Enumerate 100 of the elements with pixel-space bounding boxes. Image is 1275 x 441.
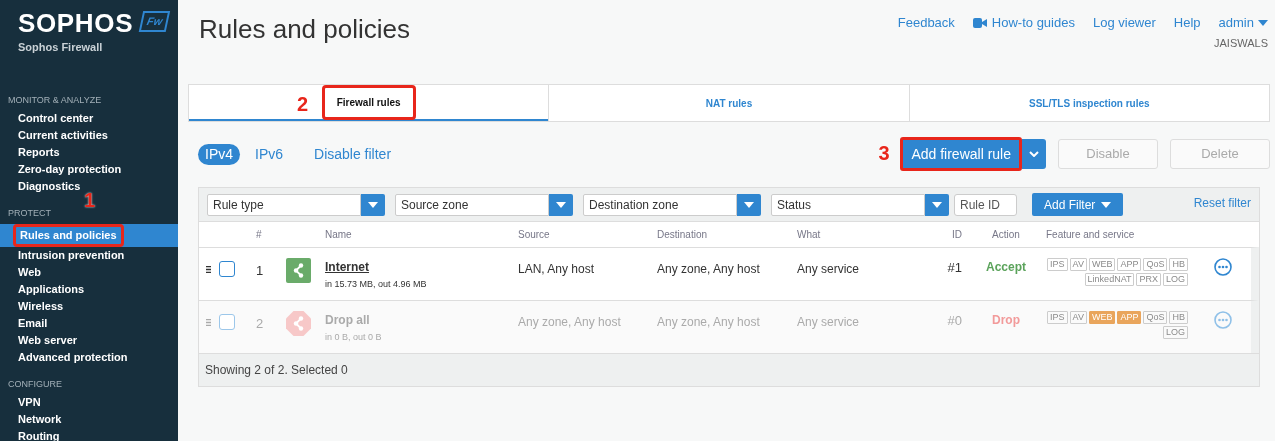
- filter-field[interactable]: Source zone: [395, 193, 549, 216]
- filter-field[interactable]: Status: [771, 193, 925, 216]
- nav-item[interactable]: Intrusion prevention: [0, 246, 178, 264]
- drag-handle-icon[interactable]: [206, 266, 211, 273]
- dropdown-button[interactable]: [737, 193, 761, 216]
- caret-icon: [1258, 19, 1268, 26]
- traffic-stats: in 15.73 MB, out 4.96 MB: [325, 278, 428, 291]
- feature-tag: IPS: [1047, 258, 1068, 271]
- feature-tag: QoS: [1143, 311, 1168, 324]
- ip-version-toggle[interactable]: IPv6: [248, 143, 291, 165]
- video-camera-icon: [972, 17, 987, 28]
- rule-action: Drop: [991, 312, 1021, 329]
- column-header: What: [797, 228, 822, 242]
- caret-icon: [368, 201, 378, 208]
- header-link[interactable]: Help: [1173, 13, 1201, 33]
- column-header: Action: [991, 228, 1021, 242]
- column-header: Feature and service: [1046, 228, 1136, 242]
- dropdown-button[interactable]: [549, 193, 573, 216]
- disable-filter-link[interactable]: Disable filter: [314, 143, 392, 165]
- column-header: Name: [325, 228, 353, 242]
- feature-tag: WEB: [1088, 311, 1116, 324]
- nav-item[interactable]: Web: [0, 263, 178, 281]
- page-title: Rules and policies: [199, 13, 410, 46]
- nav-item[interactable]: Network: [0, 411, 178, 428]
- filter-field[interactable]: Rule type: [207, 193, 361, 216]
- nav-item[interactable]: Control center: [0, 110, 178, 127]
- rule-row[interactable]: 1 Internet in 15.73 MB, out 4.96 MB LAN, Any host Any zone, Any host Any service #1 Accept IPS AV WEB APP QoS HB LinkedNAT PRX LOG: [199, 247, 1259, 300]
- dropdown-button[interactable]: [361, 193, 385, 216]
- caret-icon: [1101, 201, 1112, 208]
- service-cell-text: Any service: [797, 261, 861, 278]
- more-options-icon[interactable]: [1214, 258, 1232, 276]
- filter-field[interactable]: Destination zone: [583, 193, 737, 216]
- organization-name: JAISWALS: [1214, 35, 1268, 51]
- dropdown-button[interactable]: [925, 193, 949, 216]
- section-title: PROTECT: [7, 207, 52, 220]
- add-rule-button[interactable]: Add firewall rule: [900, 137, 1022, 171]
- rule-id: #1: [946, 259, 963, 277]
- nav-item[interactable]: Wireless: [0, 297, 178, 315]
- nav-item[interactable]: Applications: [0, 280, 178, 298]
- feature-tag: PRX: [1136, 273, 1161, 286]
- feature-tag: LinkedNAT: [1084, 273, 1135, 286]
- source-cell-text: LAN, Any host: [518, 261, 596, 278]
- feature-tag: QoS: [1143, 258, 1168, 271]
- callout-number: 1: [84, 189, 96, 210]
- source-cell-text: Any zone, Any host: [518, 314, 622, 331]
- destination-cell-text: Any zone, Any host: [657, 261, 761, 278]
- feature-tag: APP: [1117, 311, 1142, 324]
- nav-item[interactable]: Web server: [0, 331, 178, 349]
- feature-tag: APP: [1117, 258, 1142, 271]
- nav-item[interactable]: Advanced protection: [0, 348, 178, 366]
- tab[interactable]: NAT rules: [549, 85, 909, 121]
- nav-item[interactable]: VPN: [0, 394, 178, 411]
- column-header: #: [256, 228, 263, 242]
- section-title: MONITOR & ANALYZE: [7, 93, 103, 107]
- nav-item[interactable]: Zero-day protection: [0, 161, 178, 178]
- feature-tag: IPS: [1047, 311, 1068, 324]
- feature-tag: AV: [1069, 258, 1087, 271]
- header-link[interactable]: Log viewer: [1092, 13, 1156, 33]
- nav-item[interactable]: Current activities: [0, 127, 178, 144]
- user-menu[interactable]: admin: [1218, 13, 1268, 33]
- column-header: ID: [951, 228, 963, 242]
- nav-item[interactable]: Rules and policies: [0, 223, 178, 247]
- add-filter-button[interactable]: Add Filter: [1032, 193, 1124, 216]
- rule-name-link[interactable]: Internet: [325, 258, 369, 276]
- row-checkbox[interactable]: [219, 261, 235, 277]
- caret-icon: [932, 201, 942, 208]
- caret-icon: [744, 201, 754, 208]
- callout-number: 3: [878, 143, 890, 163]
- header-link[interactable]: How-to guides: [972, 13, 1075, 33]
- rule-id: #0: [946, 312, 963, 330]
- drag-handle-icon[interactable]: [206, 319, 211, 326]
- column-header: Source: [518, 228, 551, 242]
- feature-tag: LOG: [1163, 326, 1188, 339]
- table-footer-status: Showing 2 of 2. Selected 0: [205, 362, 348, 379]
- destination-cell-text: Any zone, Any host: [657, 314, 761, 331]
- callout-number: 2: [297, 94, 309, 114]
- share-icon: [286, 258, 311, 283]
- column-header: Destination: [657, 228, 709, 242]
- feature-tag: AV: [1069, 311, 1087, 324]
- tab[interactable]: SSL/TLS inspection rules: [909, 85, 1269, 121]
- feature-tag: HB: [1169, 311, 1188, 324]
- caret-icon: [556, 201, 566, 208]
- share-icon: [286, 311, 311, 336]
- feature-tag: LOG: [1163, 273, 1188, 286]
- product-badge: Fw: [139, 11, 171, 32]
- feature-tag: WEB: [1088, 258, 1116, 271]
- add-rule-dropdown[interactable]: [1022, 139, 1046, 169]
- nav-item[interactable]: Email: [0, 314, 178, 332]
- rule-id-field[interactable]: Rule ID: [954, 193, 1017, 216]
- section-title: CONFIGURE: [7, 377, 63, 391]
- rule-number: 2: [256, 315, 265, 333]
- nav-item[interactable]: Reports: [0, 144, 178, 161]
- rule-action: Accept: [985, 259, 1027, 276]
- row-checkbox[interactable]: [219, 314, 235, 330]
- brand-logo: SOPHOS: [18, 10, 134, 36]
- rule-number: 1: [256, 262, 265, 280]
- ip-version-toggle[interactable]: IPv4: [198, 143, 240, 165]
- header-link[interactable]: Feedback: [897, 13, 955, 33]
- service-cell-text: Any service: [797, 314, 861, 331]
- chevron-down-icon: [1029, 151, 1039, 157]
